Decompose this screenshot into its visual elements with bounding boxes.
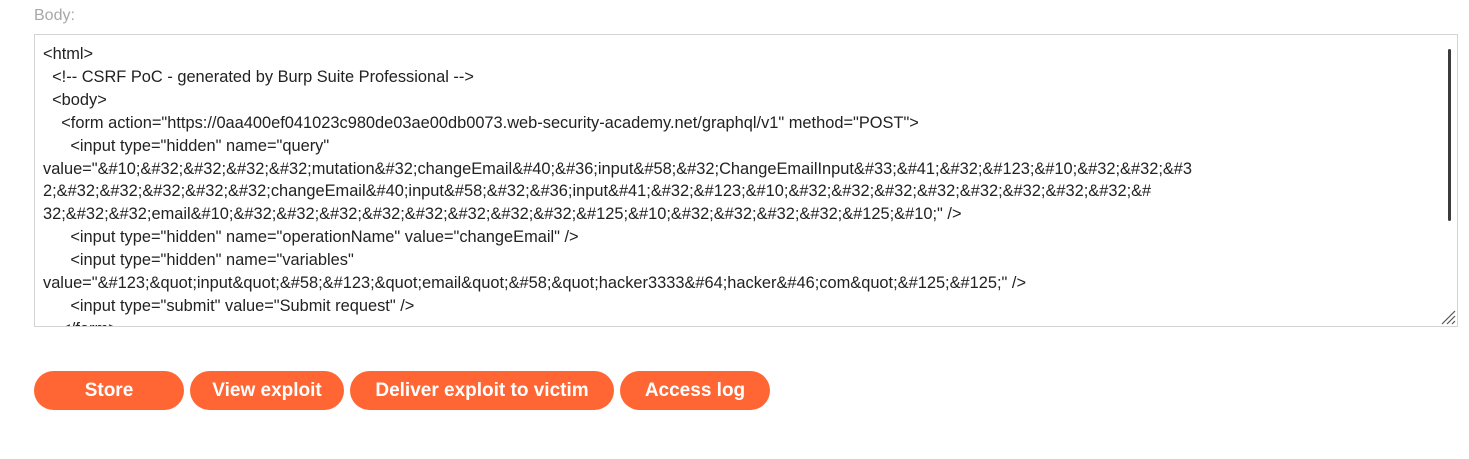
action-buttons: Store View exploit Deliver exploit to vi… xyxy=(34,371,770,410)
vertical-scrollbar[interactable] xyxy=(1448,49,1451,221)
deliver-exploit-button[interactable]: Deliver exploit to victim xyxy=(350,371,614,410)
store-button[interactable]: Store xyxy=(34,371,184,410)
body-content[interactable]: <html> <!-- CSRF PoC - generated by Burp… xyxy=(35,35,1457,326)
resize-grip-icon[interactable] xyxy=(1440,309,1456,325)
access-log-button[interactable]: Access log xyxy=(620,371,770,410)
body-label: Body: xyxy=(34,7,75,24)
body-textarea[interactable]: <html> <!-- CSRF PoC - generated by Burp… xyxy=(34,34,1458,327)
view-exploit-button[interactable]: View exploit xyxy=(190,371,344,410)
